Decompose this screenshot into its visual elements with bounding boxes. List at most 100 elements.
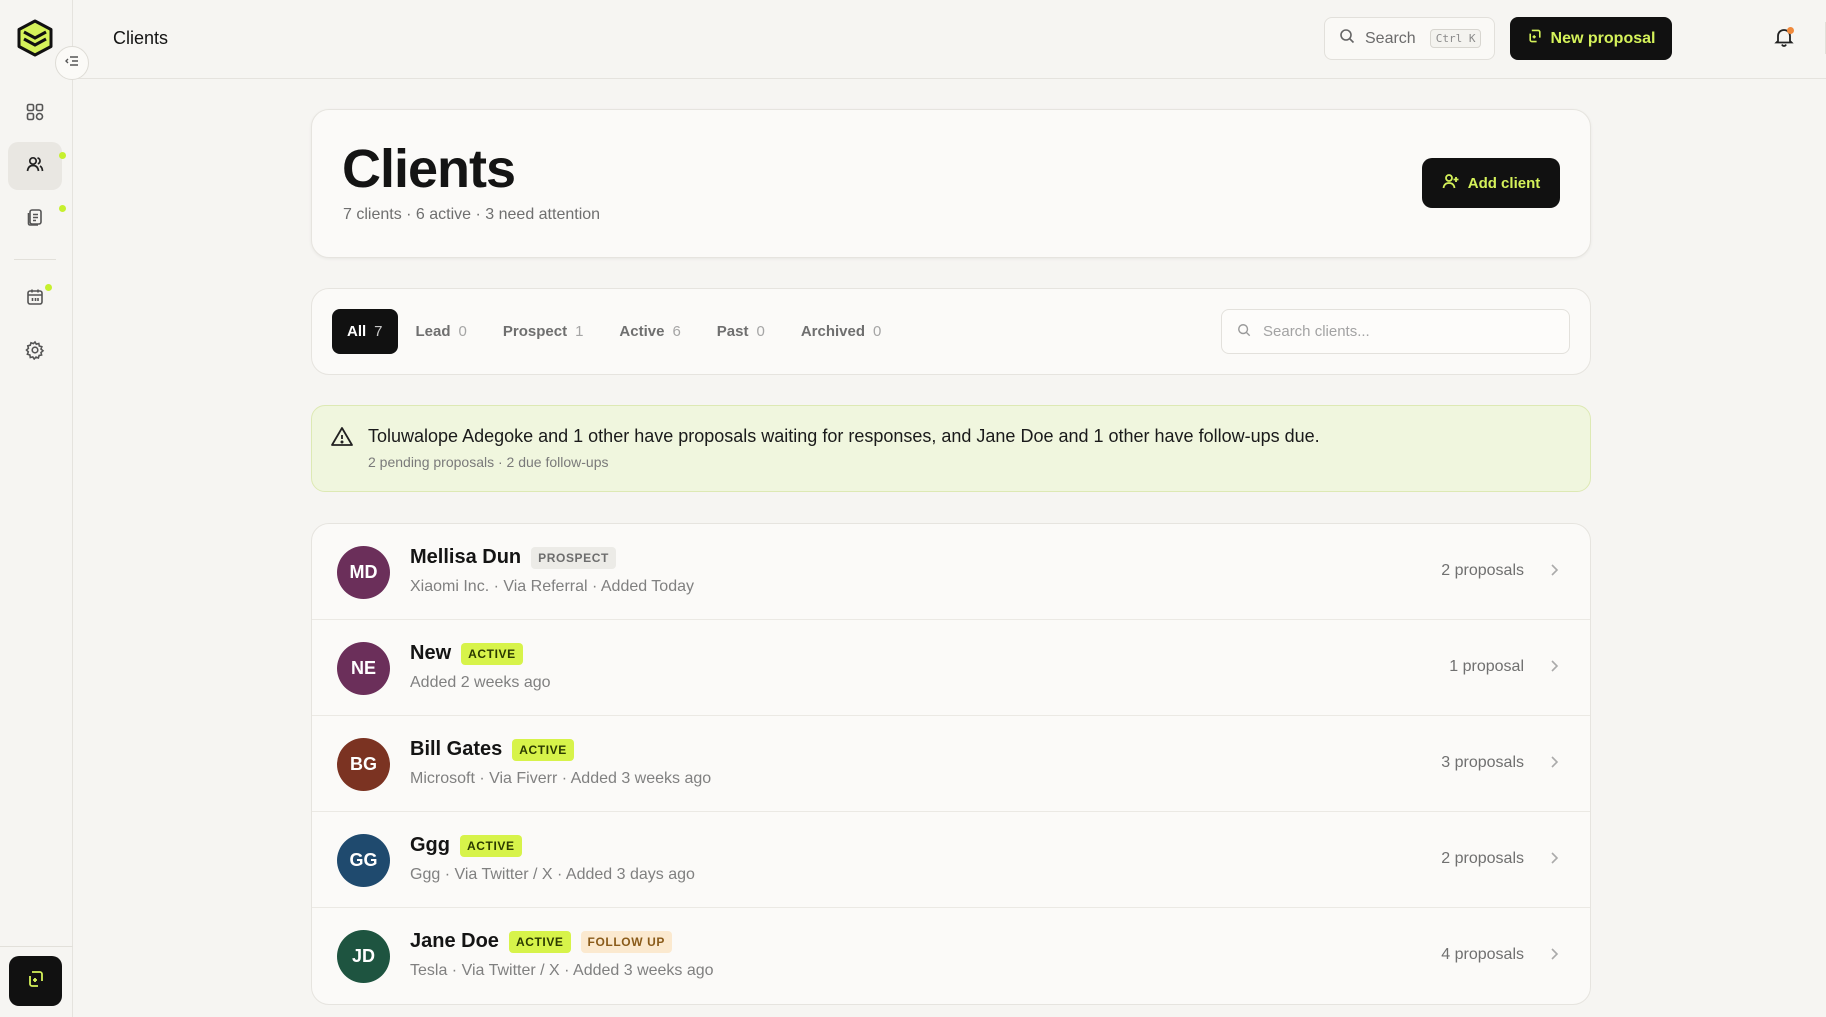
notifications-button[interactable]	[1769, 24, 1799, 54]
sidebar-item-proposals[interactable]	[8, 195, 62, 243]
proposal-count: 4 proposals	[1441, 946, 1524, 963]
notification-dot	[1787, 27, 1794, 34]
new-proposal-label: New proposal	[1550, 29, 1656, 47]
client-avatar: BG	[337, 738, 390, 791]
search-label: Search	[1365, 29, 1416, 47]
calendar-notification-dot	[45, 284, 52, 291]
tab-label: Archived	[800, 323, 866, 340]
tab-count: 6	[672, 323, 681, 340]
client-name: Bill Gates	[410, 738, 503, 760]
tab-label: All	[347, 323, 367, 340]
tab-archived[interactable]: Archived 0	[783, 309, 900, 354]
chevron-right-icon	[1546, 850, 1562, 871]
sidebar-divider	[14, 259, 56, 260]
clients-notification-dot	[59, 152, 66, 159]
tab-past[interactable]: Past 0	[699, 309, 783, 354]
client-search-placeholder: Search clients...	[1263, 323, 1370, 340]
tab-count: 7	[374, 323, 383, 340]
client-name-line: Ggg ACTIVE	[410, 834, 522, 857]
client-row[interactable]: BG Bill Gates ACTIVE Microsoft · Via Fiv…	[312, 716, 1590, 812]
users-icon	[25, 154, 45, 179]
alert-detail: 2 pending proposals · 2 due follow-ups	[368, 454, 609, 470]
sidebar-item-settings[interactable]	[8, 328, 62, 376]
client-search-input[interactable]: Search clients...	[1221, 309, 1570, 354]
client-avatar: MD	[337, 546, 390, 599]
tab-prospect[interactable]: Prospect 1	[485, 309, 602, 354]
client-name: Mellisa Dun	[410, 546, 522, 568]
document-plus-icon	[26, 969, 46, 994]
status-badge: PROSPECT	[531, 546, 616, 569]
client-name: Jane Doe	[410, 930, 499, 952]
sidebar-item-dashboard[interactable]	[8, 90, 62, 138]
breadcrumb-title: Clients	[113, 28, 169, 48]
sidebar-item-clients[interactable]	[8, 142, 62, 190]
dashboard-icon	[25, 102, 45, 127]
proposal-count: 3 proposals	[1441, 754, 1524, 771]
proposals-notification-dot	[59, 205, 66, 212]
new-proposal-button[interactable]: New proposal	[1510, 17, 1672, 60]
page-title: Clients	[342, 139, 516, 199]
status-badge: ACTIVE	[512, 738, 574, 761]
search-icon	[1339, 28, 1355, 49]
status-badge: ACTIVE	[460, 834, 522, 857]
tab-label: Past	[716, 323, 749, 340]
client-meta: Xiaomi Inc. · Via Referral · Added Today	[410, 578, 694, 595]
status-badge: ACTIVE	[461, 642, 523, 665]
tab-count: 0	[756, 323, 765, 340]
client-meta: Tesla · Via Twitter / X · Added 3 weeks …	[410, 962, 714, 979]
search-shortcut-hint: Ctrl K	[1429, 29, 1482, 48]
client-row[interactable]: NE New ACTIVE Added 2 weeks ago 1 propos…	[312, 620, 1590, 716]
follow-up-badge: FOLLOW UP	[580, 930, 672, 953]
top-bar: Clients Search Ctrl K New proposal	[73, 0, 1826, 79]
client-meta: Added 2 weeks ago	[410, 674, 551, 691]
client-row[interactable]: GG Ggg ACTIVE Ggg · Via Twitter / X · Ad…	[312, 812, 1590, 908]
search-icon	[1237, 323, 1251, 341]
client-name: New	[410, 642, 452, 664]
page-header-card: Clients 7 clients · 6 active · 3 need at…	[311, 109, 1591, 258]
warning-icon	[330, 425, 354, 454]
status-badge: ACTIVE	[508, 930, 571, 953]
collapse-sidebar-button[interactable]	[55, 46, 89, 80]
tab-active[interactable]: Active 6	[601, 309, 698, 354]
app-logo[interactable]	[15, 18, 55, 58]
alert-message: Toluwalope Adegoke and 1 other have prop…	[368, 426, 1320, 446]
sidebar-bottom-divider	[0, 946, 73, 947]
tab-count: 0	[873, 323, 882, 340]
sidebar	[0, 0, 73, 1017]
tab-count: 0	[458, 323, 467, 340]
sidebar-item-calendar[interactable]	[8, 275, 62, 323]
status-tabs: All 7 Lead 0 Prospect 1 Active 6 Past 0 …	[332, 309, 899, 354]
client-name-line: Bill Gates ACTIVE	[410, 738, 574, 761]
client-name-line: New ACTIVE	[410, 642, 523, 665]
tab-lead[interactable]: Lead 0	[398, 309, 485, 354]
client-avatar: NE	[337, 642, 390, 695]
user-plus-icon	[1442, 172, 1460, 194]
quick-new-proposal-button[interactable]	[9, 956, 62, 1006]
calendar-icon	[25, 287, 45, 312]
client-name: Ggg	[410, 834, 450, 856]
tab-label: Active	[619, 323, 665, 340]
tab-label: Prospect	[502, 323, 568, 340]
client-list: MD Mellisa Dun PROSPECT Xiaomi Inc. · Vi…	[311, 523, 1591, 1005]
client-name-line: Jane Doe ACTIVE FOLLOW UP	[410, 930, 672, 953]
chevron-right-icon	[1546, 658, 1562, 679]
proposal-count: 1 proposal	[1449, 658, 1524, 675]
gear-icon	[25, 340, 45, 365]
tab-count: 1	[575, 323, 584, 340]
chevron-right-icon	[1546, 562, 1562, 583]
tab-all[interactable]: All 7	[332, 309, 398, 354]
global-search-button[interactable]: Search Ctrl K	[1324, 17, 1495, 60]
client-name-line: Mellisa Dun PROSPECT	[410, 546, 616, 569]
client-avatar: JD	[337, 930, 390, 983]
client-meta: Microsoft · Via Fiverr · Added 3 weeks a…	[410, 770, 712, 787]
page-subtitle: 7 clients · 6 active · 3 need attention	[343, 206, 601, 223]
proposal-count: 2 proposals	[1441, 850, 1524, 867]
collapse-sidebar-icon	[64, 53, 80, 74]
add-client-button[interactable]: Add client	[1422, 158, 1560, 208]
proposal-count: 2 proposals	[1441, 562, 1524, 579]
client-avatar: GG	[337, 834, 390, 887]
client-row[interactable]: MD Mellisa Dun PROSPECT Xiaomi Inc. · Vi…	[312, 524, 1590, 620]
client-row[interactable]: JD Jane Doe ACTIVE FOLLOW UP Tesla · Via…	[312, 908, 1590, 1004]
attention-alert: Toluwalope Adegoke and 1 other have prop…	[311, 405, 1591, 492]
documents-icon	[25, 207, 45, 232]
